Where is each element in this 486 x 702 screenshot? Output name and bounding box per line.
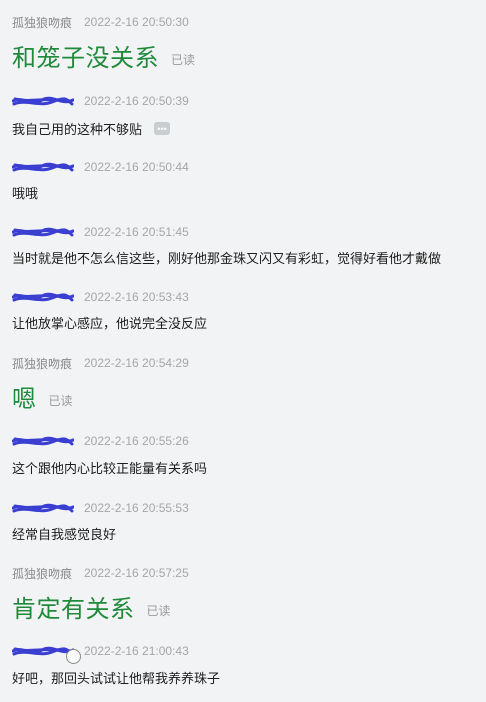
redacted-sender-name bbox=[12, 227, 74, 236]
redacted-sender-name bbox=[12, 503, 74, 512]
redacted-sender-name bbox=[12, 96, 74, 105]
message-text: 当时就是他不怎么信这些，刚好他那金珠又闪又有彩虹，觉得好看他才戴做 bbox=[12, 251, 442, 266]
message-text: 这个跟他内心比较正能量有关系吗 bbox=[12, 461, 208, 476]
sender-name[interactable]: 孤独狼吻痕 bbox=[12, 355, 84, 372]
timestamp: 2022-2-16 20:50:39 bbox=[84, 94, 189, 108]
timestamp: 2022-2-16 20:54:29 bbox=[84, 356, 189, 370]
redacted-sender-name bbox=[12, 292, 74, 301]
redacted-sender-name bbox=[12, 436, 74, 445]
message-text: 哦哦 bbox=[12, 186, 39, 201]
sender-name[interactable]: 孤独狼吻痕 bbox=[12, 14, 84, 31]
read-status: 已读 bbox=[48, 394, 73, 408]
more-options-button[interactable]: ••• bbox=[154, 122, 171, 135]
timestamp: 2022-2-16 20:51:45 bbox=[84, 225, 189, 239]
message-text: 肯定有关系 bbox=[12, 596, 135, 623]
read-status: 已读 bbox=[171, 53, 196, 67]
mouse-cursor-icon bbox=[66, 649, 81, 664]
timestamp: 2022-2-16 20:50:44 bbox=[84, 160, 189, 174]
timestamp: 2022-2-16 20:57:25 bbox=[84, 566, 189, 580]
timestamp: 2022-2-16 20:50:30 bbox=[84, 15, 189, 29]
message-text: 和笼子没关系 bbox=[12, 45, 159, 72]
message-text: 好吧，那回头试试让他帮我养养珠子 bbox=[12, 671, 221, 686]
message-text: 嗯 bbox=[12, 386, 37, 413]
redacted-sender-name bbox=[12, 162, 74, 171]
read-status: 已读 bbox=[146, 604, 171, 618]
timestamp: 2022-2-16 20:55:26 bbox=[84, 434, 189, 448]
message-text: 经常自我感觉良好 bbox=[12, 527, 117, 542]
sender-name[interactable]: 孤独狼吻痕 bbox=[12, 565, 84, 582]
message-text: 让他放掌心感应，他说完全没反应 bbox=[12, 316, 208, 331]
timestamp: 2022-2-16 20:53:43 bbox=[84, 290, 189, 304]
redacted-sender-name bbox=[12, 646, 74, 655]
message-text: 我自己用的这种不够贴 bbox=[12, 122, 143, 137]
timestamp: 2022-2-16 20:55:53 bbox=[84, 501, 189, 515]
timestamp: 2022-2-16 21:00:43 bbox=[84, 644, 189, 658]
